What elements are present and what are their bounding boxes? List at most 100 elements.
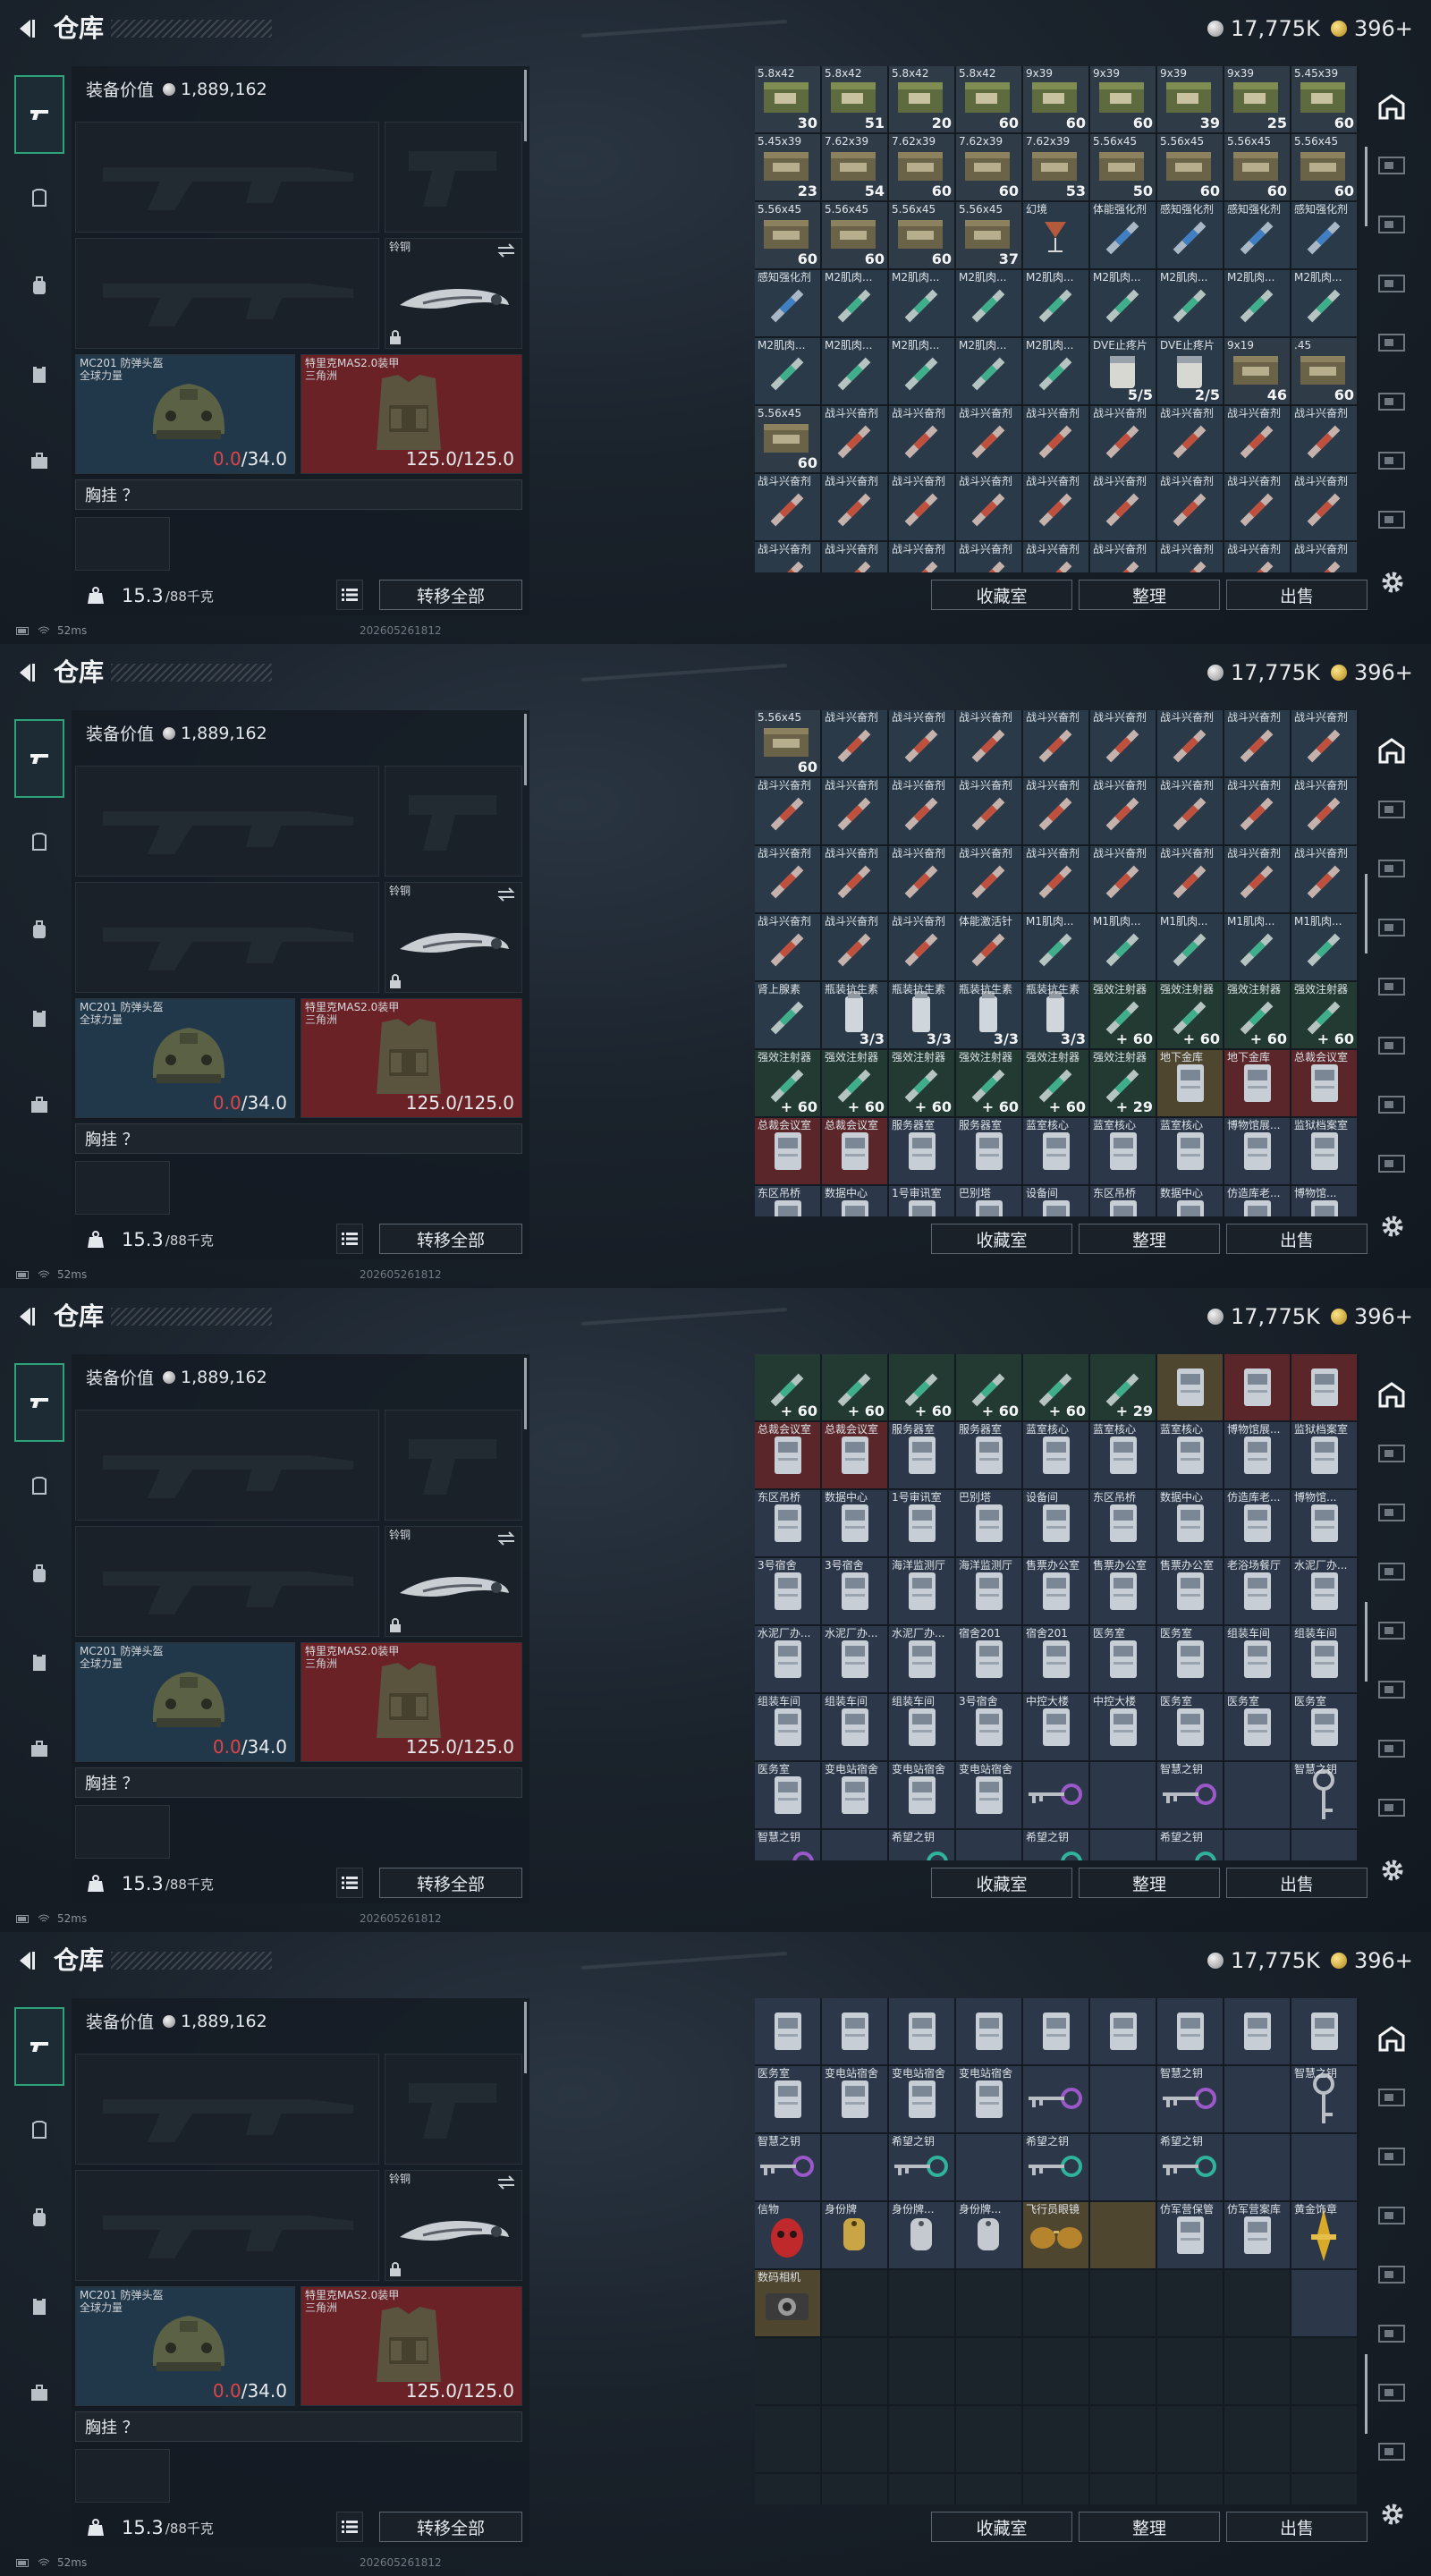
inventory-item[interactable]: 希望之钥 (1023, 1830, 1088, 1860)
storage-tab-8[interactable] (1368, 496, 1415, 544)
inventory-item[interactable]: 设备间 (1023, 1490, 1088, 1556)
inventory-item[interactable] (1023, 1762, 1088, 1828)
inventory-item[interactable]: 服务器室 (956, 1422, 1021, 1488)
inventory-item[interactable]: 海洋监测厅 (889, 1558, 954, 1624)
inventory-item[interactable]: 战斗兴奋剂 (1157, 846, 1223, 912)
inventory-item[interactable]: 9x39 60 (1090, 66, 1156, 132)
inventory-item[interactable]: 5.56x45 50 (1090, 134, 1156, 200)
inventory-item[interactable] (956, 2134, 1021, 2200)
inventory-item[interactable]: 希望之钥 (889, 1830, 954, 1860)
storage-tab-5[interactable] (1368, 962, 1415, 1011)
inventory-item[interactable]: M1肌肉... (1023, 914, 1088, 980)
inventory-item[interactable]: 地下金库 (1224, 1050, 1290, 1116)
gear-icon[interactable] (1377, 2499, 1408, 2529)
inventory-item[interactable]: 总裁会议室 (822, 1118, 887, 1184)
storage-tab-1[interactable] (1368, 726, 1415, 775)
empty-slot[interactable] (1291, 2406, 1357, 2472)
inventory-item[interactable]: 5.56x45 60 (755, 202, 820, 268)
inventory-item[interactable]: 地下金库 (1157, 1050, 1223, 1116)
inventory-item[interactable]: 希望之钥 (1157, 1830, 1223, 1860)
inventory-item[interactable]: 组装车间 (889, 1694, 954, 1760)
inventory-item[interactable]: 强效注射器 + 60 (822, 1050, 887, 1116)
inventory-item[interactable]: 服务器室 (889, 1422, 954, 1488)
inventory-item[interactable]: 战斗兴奋剂 (1023, 542, 1088, 572)
primary-weapon-slot[interactable] (75, 1410, 379, 1521)
inventory-item[interactable]: 感知强化剂 (1291, 202, 1357, 268)
inventory-item[interactable] (1090, 1762, 1156, 1828)
equipment-scrollbar[interactable] (524, 1358, 527, 1429)
inventory-item[interactable]: + 60 (889, 1354, 954, 1420)
inventory-item[interactable]: + 60 (822, 1354, 887, 1420)
storage-tab-3[interactable] (1368, 2132, 1415, 2181)
inventory-item[interactable]: 5.56x45 60 (822, 202, 887, 268)
empty-slot[interactable] (1090, 2338, 1156, 2404)
storage-tab-6[interactable] (1368, 1665, 1415, 1714)
tab-backpack[interactable] (14, 265, 64, 308)
inventory-item[interactable]: 战斗兴奋剂 (1023, 778, 1088, 844)
chest-rig-item-slot[interactable] (75, 1161, 170, 1215)
inventory-item[interactable]: 7.62x39 60 (956, 134, 1021, 200)
inventory-item[interactable]: 强效注射器 + 60 (1023, 1050, 1088, 1116)
inventory-item[interactable]: 5.56x45 60 (1224, 134, 1290, 200)
inventory-item[interactable]: 博物馆... (1291, 1490, 1357, 1556)
list-view-button[interactable] (336, 1224, 363, 1254)
inventory-item[interactable]: M1肌肉... (1291, 914, 1357, 980)
armor-vest-slot[interactable]: 特里克MAS2.0装甲 三角洲 125.0/125.0 (301, 1642, 522, 1762)
inventory-item[interactable]: 博物馆展... (1224, 1118, 1290, 1184)
empty-slot[interactable] (1023, 2474, 1088, 2504)
inventory-item[interactable] (1090, 1830, 1156, 1860)
empty-slot[interactable] (956, 2338, 1021, 2404)
inventory-item[interactable]: 战斗兴奋剂 (1157, 474, 1223, 540)
storage-tab-2[interactable] (1368, 785, 1415, 834)
inventory-item[interactable]: 战斗兴奋剂 (755, 474, 820, 540)
inventory-item[interactable]: 瓶装抗生素 3/3 (889, 982, 954, 1048)
inventory-item[interactable] (889, 1998, 954, 2064)
empty-slot[interactable] (755, 2406, 820, 2472)
inventory-item[interactable]: 9x39 39 (1157, 66, 1223, 132)
empty-slot[interactable] (1224, 2474, 1290, 2504)
tab-backpack[interactable] (14, 2197, 64, 2240)
inventory-item[interactable]: 变电站宿舍 (822, 1762, 887, 1828)
inventory-item[interactable]: 数据中心 (1157, 1490, 1223, 1556)
inventory-item[interactable]: 水泥厂办... (889, 1626, 954, 1692)
inventory-item[interactable]: 战斗兴奋剂 (956, 474, 1021, 540)
inventory-item[interactable]: M1肌肉... (1157, 914, 1223, 980)
inventory-item[interactable]: M2肌肉... (1023, 338, 1088, 404)
inventory-item[interactable]: 战斗兴奋剂 (956, 846, 1021, 912)
inventory-item[interactable]: M2肌肉... (1157, 270, 1223, 336)
inventory-item[interactable]: 水泥厂办... (822, 1626, 887, 1692)
inventory-item[interactable]: 5.45x39 23 (755, 134, 820, 200)
inventory-item[interactable]: M2肌肉... (956, 338, 1021, 404)
inventory-item[interactable]: 博物馆展... (1224, 1422, 1290, 1488)
inventory-item[interactable]: 战斗兴奋剂 (956, 406, 1021, 472)
inventory-item[interactable]: 战斗兴奋剂 (1090, 846, 1156, 912)
inventory-item[interactable]: 医务室 (1157, 1626, 1223, 1692)
inventory-item[interactable]: 东区吊桥 (1090, 1186, 1156, 1216)
inventory-item[interactable] (1090, 1998, 1156, 2064)
swap-arrows-icon[interactable] (496, 2174, 516, 2190)
inventory-item[interactable]: 数据中心 (1157, 1186, 1223, 1216)
inventory-item[interactable]: DVE止疼片 2/5 (1157, 338, 1223, 404)
inventory-item[interactable] (1224, 1830, 1290, 1860)
tab-weapons[interactable] (14, 1363, 64, 1442)
inventory-item[interactable] (822, 2134, 887, 2200)
inventory-item[interactable]: .45 60 (1291, 338, 1357, 404)
storage-tab-7[interactable] (1368, 1080, 1415, 1129)
inventory-item[interactable]: 5.56x45 60 (755, 406, 820, 472)
storage-scrollbar[interactable] (1365, 2354, 1367, 2435)
inventory-item[interactable]: 战斗兴奋剂 (822, 914, 887, 980)
sort-button[interactable]: 整理 (1079, 580, 1220, 610)
empty-slot[interactable] (889, 2270, 954, 2336)
inventory-item[interactable]: 5.8x42 60 (956, 66, 1021, 132)
inventory-item[interactable]: 服务器室 (956, 1118, 1021, 1184)
inventory-item[interactable] (822, 1830, 887, 1860)
empty-slot[interactable] (1090, 2474, 1156, 2504)
collection-room-button[interactable]: 收藏室 (931, 580, 1072, 610)
inventory-item[interactable]: 强效注射器 + 60 (1090, 982, 1156, 1048)
inventory-item[interactable]: 3号宿舍 (822, 1558, 887, 1624)
inventory-item[interactable]: 总裁会议室 (755, 1118, 820, 1184)
inventory-item[interactable]: 巴别塔 (956, 1490, 1021, 1556)
inventory-item[interactable]: 战斗兴奋剂 (889, 474, 954, 540)
inventory-item[interactable]: 强效注射器 + 60 (956, 1050, 1021, 1116)
empty-slot[interactable] (1291, 2474, 1357, 2504)
